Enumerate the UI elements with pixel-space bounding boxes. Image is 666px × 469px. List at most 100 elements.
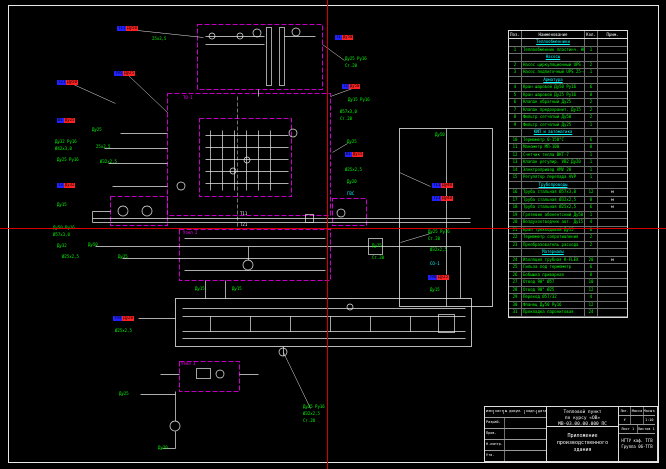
parts-table-row[interactable]: 8Фильтр сетчатый Ду502 xyxy=(509,114,627,122)
pipe-tag-label[interactable]: Т21 xyxy=(240,223,247,228)
instrument-circle[interactable] xyxy=(230,168,236,174)
pipe-tag-label[interactable]: Т95 Ду25 xyxy=(114,71,135,76)
pipe-tag-label[interactable]: Ст.20 xyxy=(372,256,384,261)
instrument-circle[interactable] xyxy=(244,157,250,163)
pipe-tag-label[interactable]: Ду25 xyxy=(118,255,128,260)
instrument-circle[interactable] xyxy=(347,304,353,310)
parts-table-row[interactable]: 24Изоляция трубная K-FLEX20м xyxy=(509,257,627,265)
parts-table-row[interactable]: 9Фильтр сетчатый Ду251 xyxy=(509,122,627,130)
equipment-group-outline[interactable] xyxy=(180,230,331,281)
parts-table-row[interactable]: Трубопроводы xyxy=(509,182,627,190)
pipe-tag-label[interactable]: Ду20 xyxy=(158,446,168,451)
schematic-box[interactable] xyxy=(176,299,472,347)
leader-line[interactable] xyxy=(138,31,204,38)
pipe-tag-label[interactable]: Ø32х2,5 xyxy=(303,412,320,417)
pipe-tag-label[interactable]: Узел 3 xyxy=(181,362,195,367)
instrument-circle[interactable] xyxy=(292,28,300,36)
pipe-tag-label[interactable]: СО-1 xyxy=(430,262,440,267)
component-symbol[interactable] xyxy=(280,28,285,86)
pipe-tag-label[interactable]: Ду25 Ру16 xyxy=(428,230,450,235)
parts-table-row[interactable]: 11Манометр МП-1008 xyxy=(509,144,627,152)
parts-table-row[interactable]: 27Отвод 90° Ø5710 xyxy=(509,279,627,287)
pipe-tag-label[interactable]: ТО-1 xyxy=(183,96,193,101)
parts-table-row[interactable]: Теплообменники xyxy=(509,39,627,47)
parts-table-row[interactable]: 13Клапан регулир. VB2 Ду201 xyxy=(509,159,627,167)
pipe-tag-label[interactable]: Ду15 xyxy=(57,203,67,208)
pipe-tag-label[interactable]: Т11 xyxy=(240,212,247,217)
cad-canvas[interactable]: Т11 Ду5025х2,5Т21 Ду50Т95 Ду25Т1 Ду50Ду2… xyxy=(0,0,666,469)
pipe-tag-label[interactable]: 25х2,5 xyxy=(96,145,110,150)
instrument-circle[interactable] xyxy=(337,209,345,217)
pipe-tag-label[interactable]: Ст.20 xyxy=(345,64,357,69)
instrument-circle[interactable] xyxy=(237,33,243,39)
pipe-tag-label[interactable]: Ø32х2,5 xyxy=(100,160,117,165)
parts-table-row[interactable]: 15Регулятор перепада AVP1 xyxy=(509,174,627,182)
instrument-circle[interactable] xyxy=(289,129,297,137)
pipe-tag-label[interactable]: Ст.20 xyxy=(340,117,352,122)
parts-table-row[interactable]: 29Переход Ø57/324 xyxy=(509,294,627,302)
pipe-tag-label[interactable]: Т11 Ду50 xyxy=(117,26,138,31)
parts-table-row[interactable]: 30Фланец Ду50 Ру1612 xyxy=(509,302,627,310)
parts-table-row[interactable]: 28Отвод 90° Ø2512 xyxy=(509,287,627,295)
document-title[interactable]: Приложение производственного здания xyxy=(547,427,618,461)
parts-table-row[interactable]: 5Кран шаровой Ду25 Ру168 xyxy=(509,92,627,100)
parts-table-row[interactable]: Материалы xyxy=(509,249,627,257)
pipe-tag-label[interactable]: Ду50 Ру16 xyxy=(53,226,75,231)
parts-table-row[interactable]: 23Преобразователь расхода2 xyxy=(509,242,627,250)
leader-line[interactable] xyxy=(284,353,311,409)
parts-table-row[interactable]: 21Кран трехходовой Ду158 xyxy=(509,227,627,235)
parts-table-row[interactable]: 17Труба стальная Ø32х2,58м xyxy=(509,197,627,205)
parts-table-row[interactable]: 2Насос циркуляционный UPS 25-602 xyxy=(509,62,627,70)
pipe-tag-label[interactable]: Ст.20 xyxy=(428,237,440,242)
leader-line[interactable] xyxy=(129,76,168,113)
leader-line[interactable] xyxy=(401,234,431,243)
pipe-tag-label[interactable]: Ду15 xyxy=(430,288,440,293)
pipe-tag-label[interactable]: Т3 Ду32 xyxy=(57,183,75,188)
pipe-tag-label[interactable]: Узел 2 xyxy=(183,231,197,236)
parts-table-row[interactable]: 19Грязевик абонентский Ду501 xyxy=(509,212,627,220)
pipe-tag-label[interactable]: Т96 Ду25 xyxy=(428,275,449,280)
pipe-tag-label[interactable]: В1 Ду25 xyxy=(57,118,75,123)
pipe-tag-label[interactable]: Т21 Ду40 xyxy=(432,196,453,201)
pipe-tag-label[interactable]: Ду25 Ру16 xyxy=(57,158,79,163)
parts-table-row[interactable]: 10Термометр 0-150°С6 xyxy=(509,137,627,145)
leader-line[interactable] xyxy=(400,173,431,187)
parts-table-row[interactable]: 3Насос подпиточный UPS 25-401 xyxy=(509,69,627,77)
pipe-tag-label[interactable]: Ду25 Ру16 xyxy=(303,405,325,410)
instrument-circle[interactable] xyxy=(170,421,180,431)
parts-table-row[interactable]: 7Клапан предохранит. Ду152 xyxy=(509,107,627,115)
parts-table-row[interactable]: 12Счетчик тепла ВКТ-71 xyxy=(509,152,627,160)
parts-table-row[interactable]: Насосы xyxy=(509,54,627,62)
equipment-group-outline[interactable] xyxy=(111,197,168,226)
component-symbol[interactable] xyxy=(197,369,211,379)
instrument-circle[interactable] xyxy=(142,206,152,216)
component-symbol[interactable] xyxy=(267,28,272,86)
document-designation[interactable]: Тепловой пункт по курсу «ОВ» МВ-03.00.00… xyxy=(547,407,618,427)
pipe-tag-label[interactable]: Ø57х3,0 xyxy=(53,233,70,238)
instrument-circle[interactable] xyxy=(216,370,224,378)
leader-line[interactable] xyxy=(323,45,345,61)
pipe-tag-label[interactable]: Ø25х2,5 xyxy=(345,168,362,173)
pipe-tag-label[interactable]: ГВС xyxy=(347,192,354,197)
pipe-tag-label[interactable]: Ø57х3,0 xyxy=(340,110,357,115)
leader-line[interactable] xyxy=(74,85,116,104)
pipe-tag-label[interactable]: Ду25 xyxy=(347,140,357,145)
pipe-tag-label[interactable]: Ø25х2,5 xyxy=(115,329,132,334)
parts-table-row[interactable]: КИП и автоматика xyxy=(509,129,627,137)
pipe-tag-label[interactable]: Ду50 xyxy=(88,243,98,248)
instrument-circle[interactable] xyxy=(253,29,261,37)
instrument-circle[interactable] xyxy=(118,206,128,216)
parts-table-row[interactable]: 14Электропривод AMV 201 xyxy=(509,167,627,175)
pipe-tag-label[interactable]: Т21 Ду50 xyxy=(57,80,78,85)
parts-table-row[interactable]: 18Труба стальная Ø25х2,56м xyxy=(509,204,627,212)
instrument-circle[interactable] xyxy=(279,348,287,356)
pipe-tag-label[interactable]: Ду25 xyxy=(119,392,129,397)
pipe-tag-label[interactable]: Т94 Ду20 xyxy=(113,316,134,321)
pipe-tag-label[interactable]: Ду50 xyxy=(435,133,445,138)
pipe-tag-label[interactable]: Ду15 Ру16 xyxy=(348,98,370,103)
pipe-tag-label[interactable]: Ду25 Ру16 xyxy=(345,57,367,62)
parts-table-row[interactable]: 26Бобышка приварная8 xyxy=(509,272,627,280)
instrument-circle[interactable] xyxy=(209,33,215,39)
pipe-tag-label[interactable]: 25х2,5 xyxy=(152,37,166,42)
pipe-tag-label[interactable]: В1 Ду15 xyxy=(345,152,363,157)
